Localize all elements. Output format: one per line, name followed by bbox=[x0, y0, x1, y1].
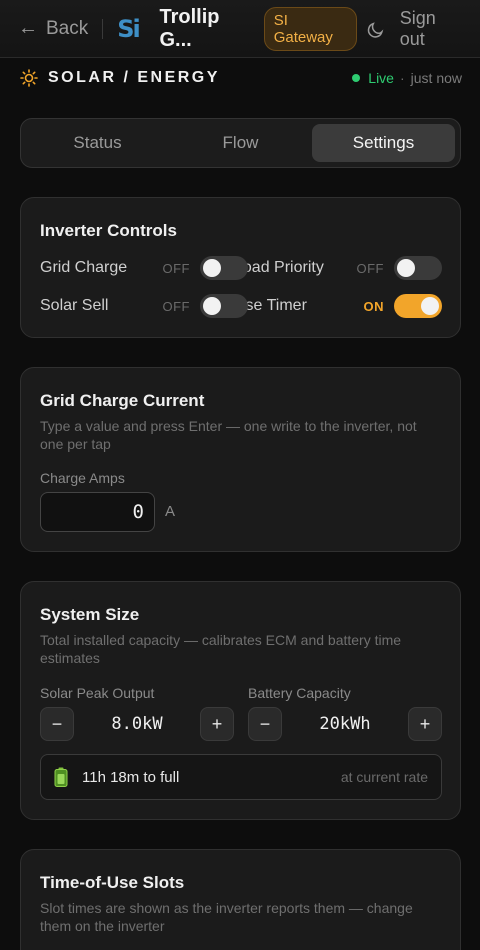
solar-peak-label: Solar Peak Output bbox=[40, 685, 155, 701]
control-state: ON bbox=[363, 298, 384, 314]
battery-capacity-label: Battery Capacity bbox=[248, 685, 351, 701]
control-state: OFF bbox=[356, 260, 384, 276]
top-bar: ← Back Si Trollip G... SI Gateway Sign o… bbox=[0, 0, 480, 58]
tab-status[interactable]: Status bbox=[26, 124, 169, 162]
battery-capacity-value: 20kWh bbox=[319, 714, 371, 734]
toggle-knob bbox=[397, 259, 415, 277]
estimate-note: at current rate bbox=[340, 769, 428, 785]
solar-decrease-button[interactable]: − bbox=[40, 707, 74, 741]
tab-settings[interactable]: Settings bbox=[312, 124, 455, 162]
divider bbox=[102, 18, 104, 39]
gateway-badge: SI Gateway bbox=[263, 6, 357, 51]
load-priority-toggle[interactable] bbox=[394, 256, 442, 280]
control-state: OFF bbox=[162, 260, 190, 276]
sun-icon bbox=[20, 69, 38, 87]
toggle-knob bbox=[421, 297, 439, 315]
solar-sell-toggle[interactable] bbox=[200, 294, 248, 318]
app-title: Trollip G... bbox=[159, 5, 220, 51]
updated-time: just now bbox=[410, 70, 462, 86]
control-grid-charge: Grid Charge OFF bbox=[40, 256, 248, 280]
estimate-text: 11h 18m to full bbox=[82, 768, 180, 786]
control-label: Grid Charge bbox=[40, 259, 128, 276]
control-label: Use Timer bbox=[234, 297, 307, 314]
toggle-knob bbox=[203, 297, 221, 315]
control-use-timer: Use Timer ON bbox=[234, 294, 442, 318]
grid-charge-current-title: Grid Charge Current bbox=[40, 391, 205, 410]
battery-icon bbox=[54, 767, 68, 787]
inverter-controls-card: Inverter Controls Grid Charge OFF Load P… bbox=[20, 197, 461, 338]
charge-amps-label: Charge Amps bbox=[40, 470, 125, 486]
back-button[interactable]: ← Back bbox=[18, 17, 88, 40]
grid-charge-toggle[interactable] bbox=[200, 256, 248, 280]
section-title: SOLAR / ENERGY bbox=[48, 69, 220, 86]
controls-row: Solar Sell OFF Use Timer ON bbox=[40, 294, 442, 318]
control-state: OFF bbox=[162, 298, 190, 314]
controls-row: Grid Charge OFF Load Priority OFF bbox=[40, 256, 442, 280]
solar-peak-value: 8.0kW bbox=[111, 714, 163, 734]
solar-peak-stepper: − 8.0kW + bbox=[40, 707, 234, 741]
charge-amps-input[interactable]: 0 bbox=[40, 492, 155, 532]
control-solar-sell: Solar Sell OFF bbox=[40, 294, 248, 318]
grid-charge-current-description: Type a value and press Enter — one write… bbox=[40, 418, 417, 452]
tab-flow[interactable]: Flow bbox=[169, 124, 312, 162]
toggle-knob bbox=[203, 259, 221, 277]
arrow-left-icon: ← bbox=[18, 17, 38, 39]
control-label: Load Priority bbox=[234, 259, 324, 276]
sign-out-button[interactable]: Sign out bbox=[400, 8, 462, 50]
control-label: Solar Sell bbox=[40, 297, 109, 314]
charge-amps-unit: A bbox=[165, 503, 176, 520]
section-heading: SOLAR / ENERGY Live · just now bbox=[20, 66, 462, 90]
system-size-title: System Size bbox=[40, 605, 140, 624]
live-label: Live bbox=[368, 70, 394, 86]
control-load-priority: Load Priority OFF bbox=[234, 256, 442, 280]
battery-increase-button[interactable]: + bbox=[408, 707, 442, 741]
back-label: Back bbox=[46, 17, 89, 39]
battery-decrease-button[interactable]: − bbox=[248, 707, 282, 741]
tou-slots-title: Time-of-Use Slots bbox=[40, 873, 185, 892]
use-timer-toggle[interactable] bbox=[394, 294, 442, 318]
tou-slots-description: Slot times are shown as the inverter rep… bbox=[40, 900, 413, 934]
battery-time-estimate: 11h 18m to full at current rate bbox=[40, 754, 442, 800]
battery-capacity-stepper: − 20kWh + bbox=[248, 707, 442, 741]
tou-slots-card: Time-of-Use Slots Slot times are shown a… bbox=[20, 849, 461, 950]
app-logo: Si bbox=[117, 14, 141, 43]
grid-charge-current-card: Grid Charge Current Type a value and pre… bbox=[20, 367, 461, 552]
inverter-controls-title: Inverter Controls bbox=[40, 221, 177, 240]
system-size-card: System Size Total installed capacity — c… bbox=[20, 581, 461, 820]
live-dot-icon bbox=[352, 74, 361, 82]
separator-dot: · bbox=[399, 70, 405, 86]
theme-toggle-moon-icon[interactable] bbox=[367, 19, 386, 39]
system-size-description: Total installed capacity — calibrates EC… bbox=[40, 632, 402, 666]
solar-increase-button[interactable]: + bbox=[200, 707, 234, 741]
tab-bar: Status Flow Settings bbox=[20, 118, 461, 168]
live-status: Live · just now bbox=[352, 70, 462, 86]
